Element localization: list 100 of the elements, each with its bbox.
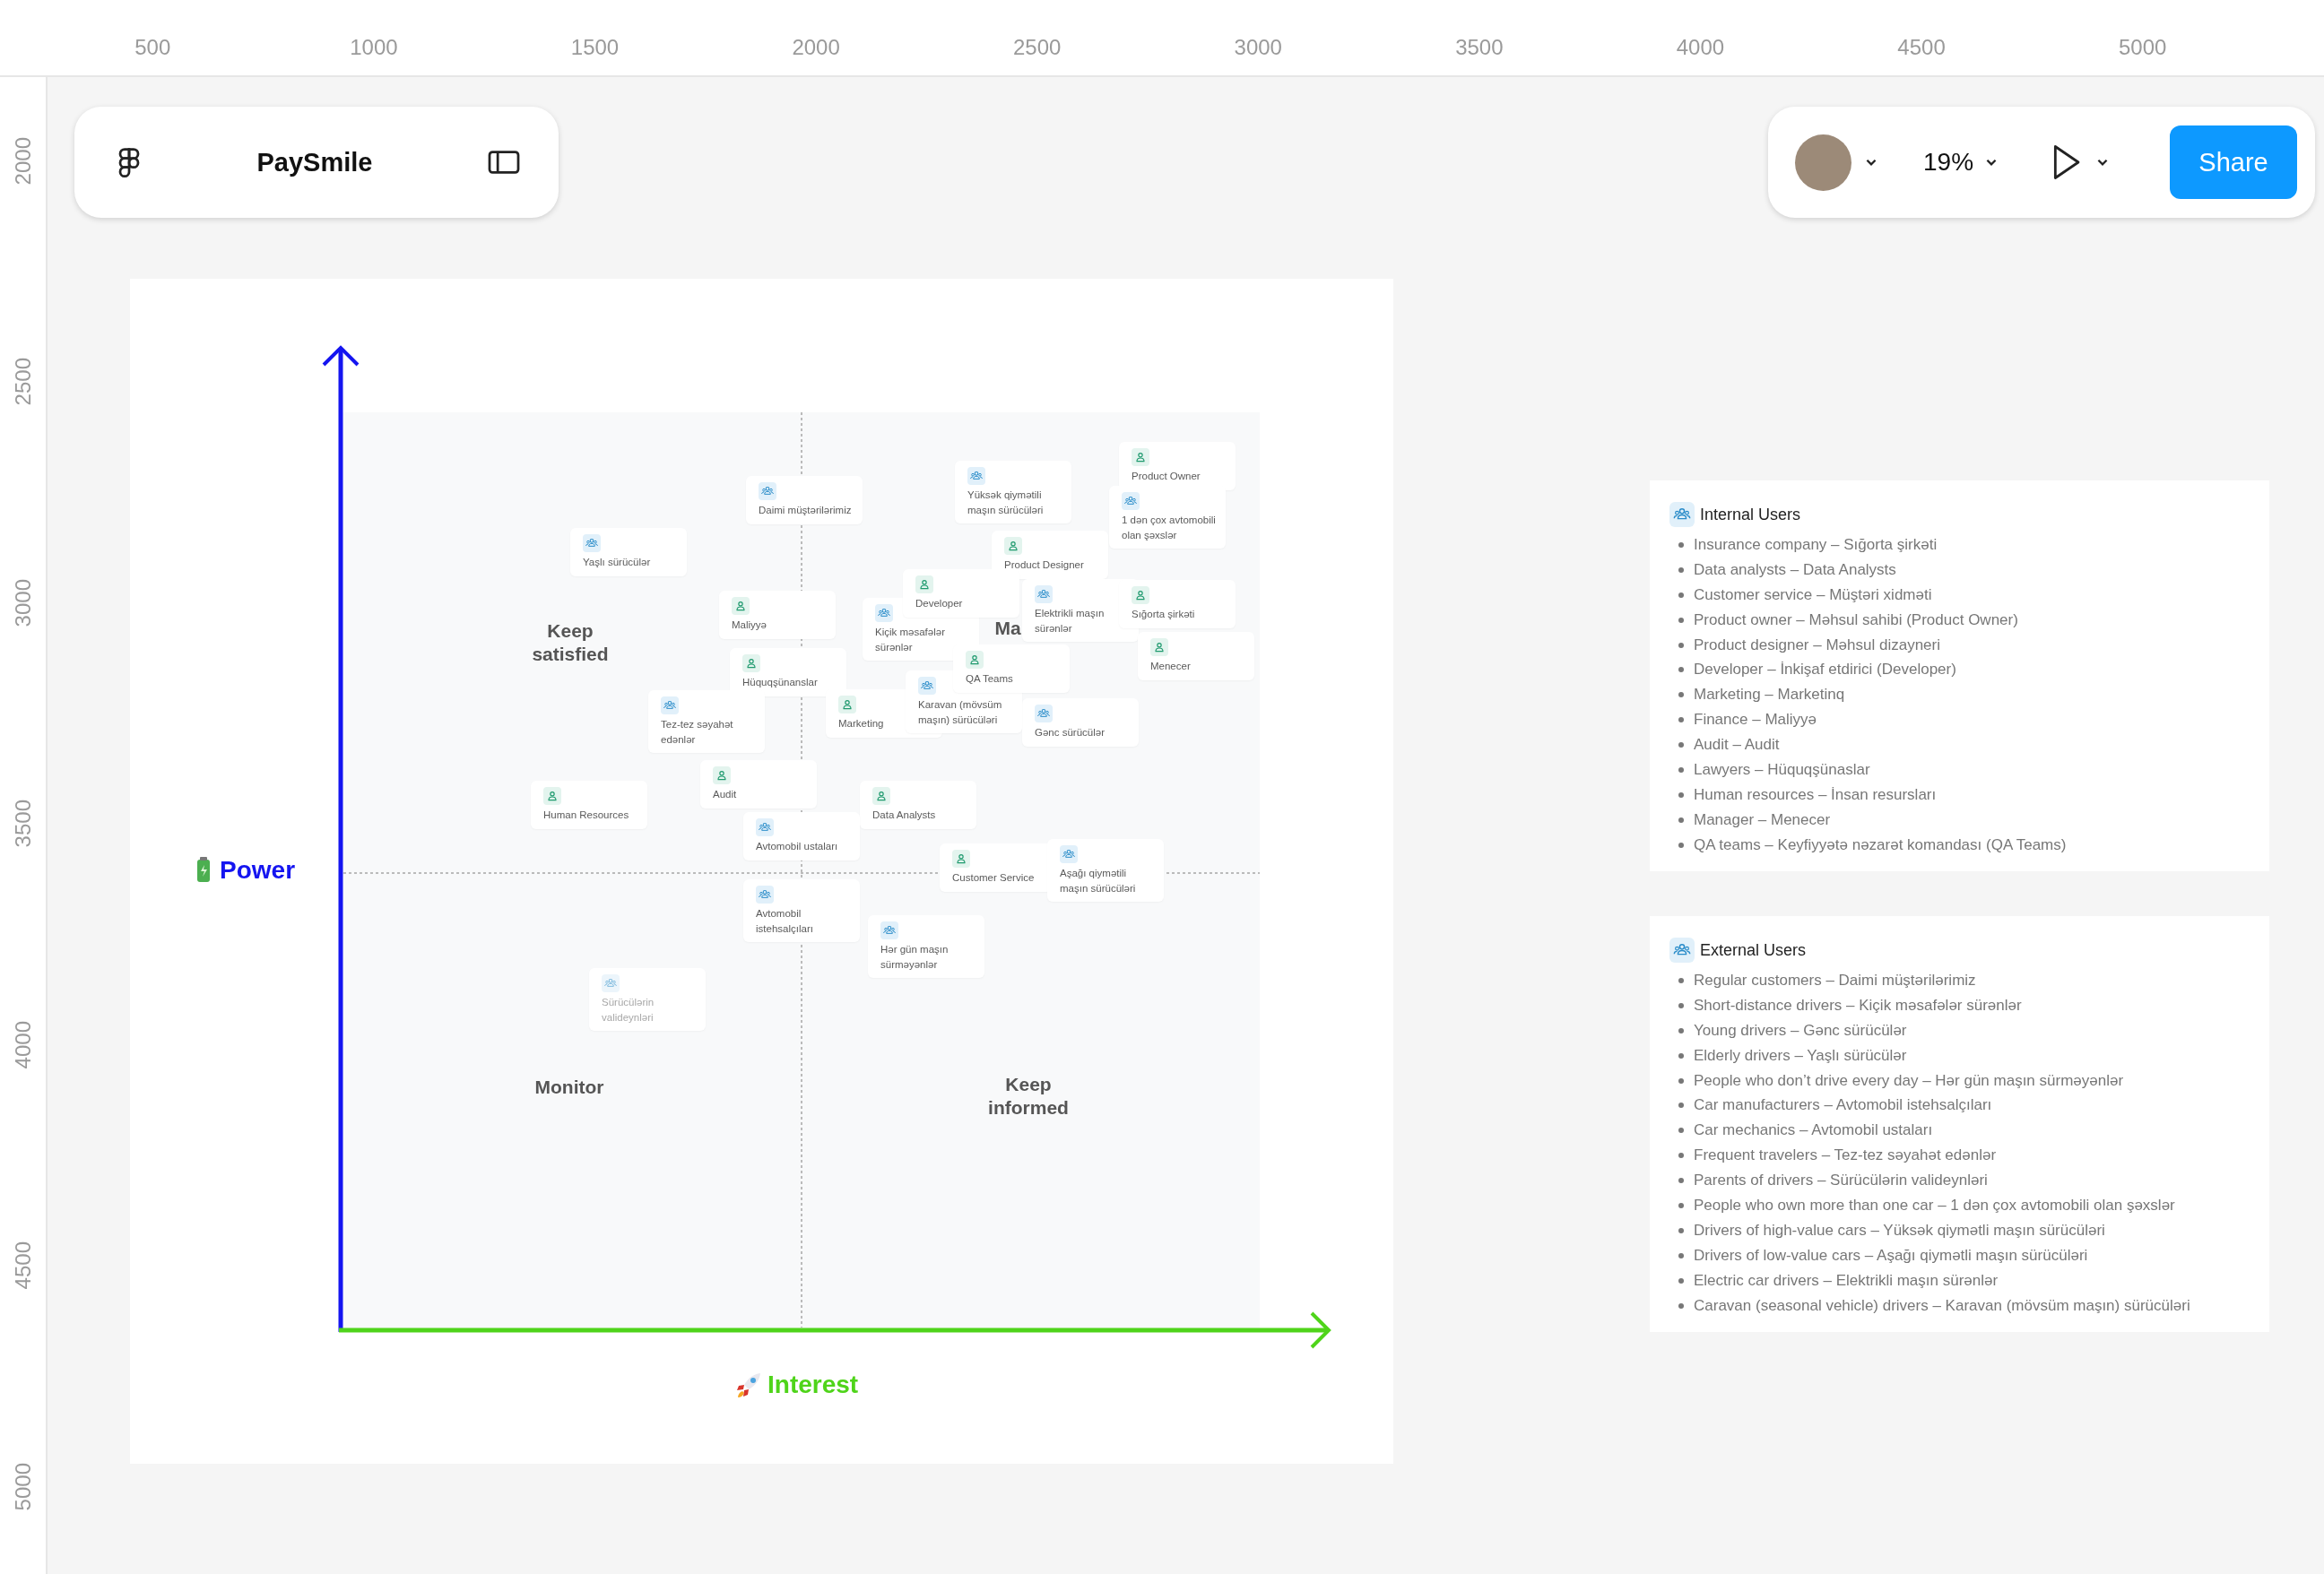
- bullet-icon: [1678, 977, 1684, 983]
- person-icon: [1132, 586, 1149, 604]
- sticky-text: Yaşlı sürücülər: [583, 556, 652, 569]
- group-icon: [756, 818, 774, 836]
- group-icon: [602, 974, 620, 992]
- ruler-label: 2500: [1011, 35, 1062, 60]
- list-item: Regular customers – Daimi müştərilərimiz: [1694, 971, 1976, 990]
- sticky-text: Maliyyə: [732, 618, 767, 632]
- group-icon: [583, 534, 601, 552]
- sticky-text: Kiçik məsafələr sürənlər: [875, 626, 946, 654]
- group-icon: [661, 696, 679, 714]
- list-item: Elderly drivers – Yaşlı sürücülər: [1694, 1046, 1907, 1065]
- list-item: Frequent travelers – Tez-tez səyahət edənlər: [1694, 1146, 1997, 1165]
- file-title: PaySmile: [256, 147, 373, 177]
- bullet-icon: [1678, 1202, 1684, 1208]
- sticky-text: Product Designer: [1004, 558, 1085, 572]
- bullet-icon: [1678, 817, 1684, 823]
- list-item: Manager – Menecer: [1694, 810, 1831, 829]
- quadrant-label: Monitor: [534, 1076, 604, 1099]
- bullet-icon: [1678, 667, 1684, 673]
- list-item: Parents of drivers – Sürücülərin valideynləri: [1694, 1172, 1988, 1190]
- ruler-label: 4500: [1896, 35, 1947, 60]
- ruler-label: 3500: [1454, 35, 1505, 60]
- bullet-icon: [1678, 566, 1684, 573]
- group-icon: [1035, 585, 1053, 603]
- battery-icon: [195, 857, 212, 884]
- list-item: Caravan (seasonal vehicle) drivers – Karavan (mövsüm maşın) sürücüləri: [1694, 1296, 2190, 1315]
- bullet-icon: [1678, 766, 1684, 773]
- bullet-icon: [1678, 1178, 1684, 1184]
- group-icon: [1035, 705, 1053, 722]
- quadrant-label: Keep informed: [988, 1073, 1069, 1120]
- sticky-text: Developer: [915, 597, 964, 610]
- bullet-icon: [1678, 791, 1684, 798]
- sticky-text: Tez-tez səyahət edənlər: [661, 718, 734, 747]
- person-icon: [742, 654, 760, 672]
- sticky-text: 1 dən çox avtomobili olan şəxslər: [1122, 514, 1217, 542]
- list-item: Human resources – İnsan resursları: [1694, 785, 1937, 804]
- group-icon: [759, 482, 776, 500]
- group-icon: [756, 886, 774, 904]
- sticky-text: Aşağı qiymətili maşın sürücüləri: [1060, 867, 1137, 895]
- sticky-text: Karavan (mövsüm maşın) sürücüləri: [918, 698, 1003, 727]
- bullet-icon: [1678, 617, 1684, 623]
- list-item: People who own more than one car – 1 dən çox avtomobili olan şəxslər: [1694, 1196, 2175, 1215]
- sticky-text: Audit: [713, 788, 738, 801]
- bullet-icon: [1678, 1128, 1684, 1134]
- bullet-icon: [1678, 742, 1684, 748]
- bullet-icon: [1678, 642, 1684, 648]
- quadrant-label: Keep satisfied: [532, 619, 609, 667]
- group-icon: [1060, 845, 1078, 863]
- bullet-icon: [1678, 1302, 1684, 1309]
- bullet-icon: [1678, 1052, 1684, 1059]
- sticky-text: Human Resources: [543, 809, 630, 822]
- bullet-icon: [1678, 1103, 1684, 1109]
- zoom-dropdown[interactable]: 19%: [1918, 144, 2005, 180]
- bullet-icon: [1678, 1277, 1684, 1284]
- ruler-label: 3000: [10, 578, 36, 627]
- sidebar-toggle-icon[interactable]: [487, 148, 521, 177]
- list-item: Drivers of low-value cars – Aşağı qiymətli maşın sürücüləri: [1694, 1246, 2088, 1265]
- person-icon: [543, 787, 561, 805]
- bullet-icon: [1678, 1153, 1684, 1159]
- sticky-text: Elektrikli maşın sürənlər: [1035, 607, 1106, 636]
- ruler-label: 5000: [10, 1462, 36, 1510]
- ruler-label: 2500: [10, 358, 36, 406]
- ruler-label: 2000: [791, 35, 841, 60]
- sticky-text: Daimi müştərilərimiz: [759, 504, 853, 517]
- bullet-icon: [1678, 717, 1684, 723]
- bullet-icon: [1678, 592, 1684, 598]
- group-icon: [880, 921, 898, 939]
- bullet-icon: [1678, 541, 1684, 548]
- list-item: Drivers of high-value cars – Yüksək qiymətli maşın sürücüləri: [1694, 1221, 2105, 1240]
- bullet-icon: [1678, 1252, 1684, 1258]
- sticky-text: Sığorta şirkəti: [1132, 608, 1196, 621]
- ruler-label: 2000: [10, 136, 36, 185]
- list-title: Internal Users: [1700, 505, 1801, 524]
- person-icon: [838, 696, 856, 713]
- person-icon: [732, 597, 750, 615]
- sticky-text: Customer Service: [952, 871, 1036, 885]
- ruler-label: 3500: [10, 800, 36, 848]
- list-item: Audit – Audit: [1694, 736, 1780, 755]
- group-icon: [1122, 492, 1140, 510]
- list-item: QA teams – Keyfiyyətə nəzarət komandası (QA Teams): [1694, 835, 2067, 854]
- ruler-label: 4000: [10, 1020, 36, 1068]
- axis-label: Interest: [767, 1371, 859, 1399]
- group-icon: [875, 604, 893, 622]
- list-item: Young drivers – Gənc sürücülər: [1694, 1021, 1907, 1040]
- ruler-label: 500: [134, 35, 172, 60]
- list-item: Product designer – Məhsul dizayneri: [1694, 636, 1940, 654]
- bullet-icon: [1678, 1227, 1684, 1233]
- ruler-label: 1500: [569, 35, 620, 60]
- person-icon: [952, 850, 970, 868]
- bullet-icon: [1678, 1077, 1684, 1084]
- list-item: People who don’t drive every day – Hər gün maşın sürməyənlər: [1694, 1071, 2124, 1090]
- sticky-text: Data Analysts: [872, 809, 937, 822]
- ruler-label: 3000: [1233, 35, 1283, 60]
- ruler-label: 5000: [2117, 35, 2168, 60]
- person-icon: [1004, 537, 1022, 555]
- ruler-label: 4500: [10, 1241, 36, 1290]
- sticky-text: Product Owner: [1132, 470, 1201, 483]
- sticky-text: Gənc sürücülər: [1035, 726, 1106, 739]
- list-item: Product owner – Məhsul sahibi (Product Owner): [1694, 610, 2018, 629]
